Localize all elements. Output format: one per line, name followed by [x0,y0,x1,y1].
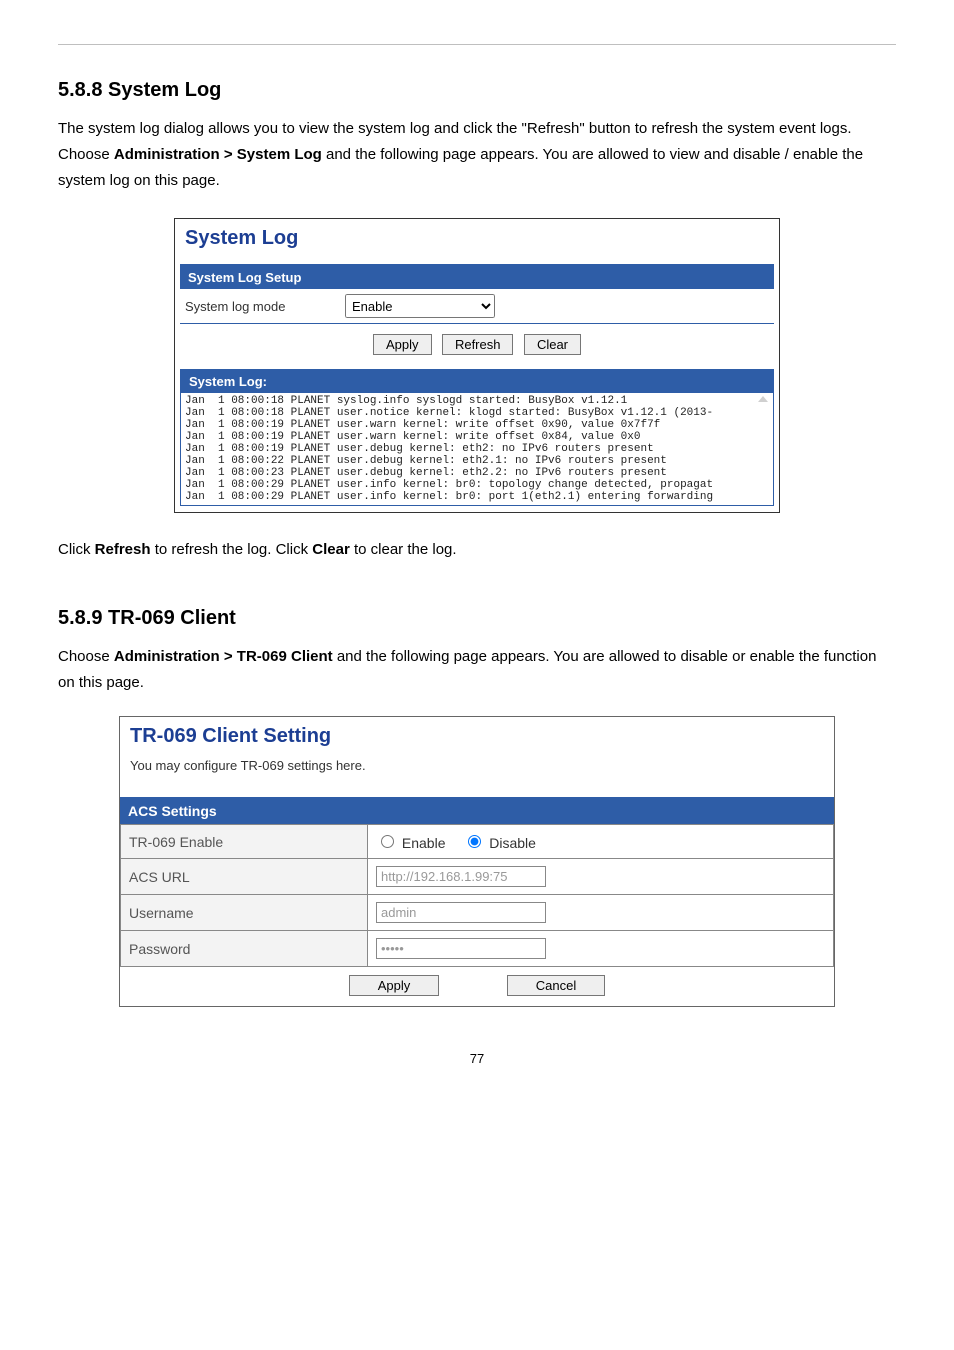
system-log-mode-row: System log mode Enable [180,289,774,324]
panel-subtitle: You may configure TR-069 settings here. [120,752,834,797]
nav-path: Administration > System Log [114,146,322,163]
tr069-enable-label: TR-069 Enable [121,825,368,859]
username-input[interactable] [376,902,546,923]
acs-settings-header: ACS Settings [120,797,834,824]
text-bold: Refresh [95,541,151,558]
password-input[interactable] [376,938,546,959]
text-bold: Clear [312,541,350,558]
log-lines: Jan 1 08:00:18 PLANET syslog.info syslog… [185,395,713,503]
tr069-button-row: Apply Cancel [120,967,834,1006]
text: Choose [58,648,114,665]
apply-button[interactable]: Apply [373,334,432,355]
syslog-button-row: Apply Refresh Clear [175,324,779,369]
enable-radio-label: Enable [402,835,446,851]
section1-after: Click Refresh to refresh the log. Click … [58,537,896,563]
password-cell [368,931,834,967]
text: to clear the log. [354,541,457,558]
username-cell [368,895,834,931]
enable-radio[interactable] [381,835,394,848]
system-log-mode-select[interactable]: Enable [345,294,495,318]
section1-paragraph: The system log dialog allows you to view… [58,116,896,194]
panel-title: System Log [175,219,779,254]
system-log-block: System Log: Jan 1 08:00:18 PLANET syslog… [180,369,774,506]
section-heading: 5.8.9 TR-069 Client [58,607,896,630]
table-row: Password [121,931,834,967]
panel-title: TR-069 Client Setting [120,717,834,752]
tr069-panel: TR-069 Client Setting You may configure … [119,716,835,1007]
refresh-button[interactable]: Refresh [442,334,514,355]
disable-radio-label: Disable [489,835,536,851]
acs-url-input[interactable] [376,866,546,887]
password-label: Password [121,931,368,967]
table-row: ACS URL [121,859,834,895]
text: to refresh the log. Click [155,541,313,558]
system-log-setup-header: System Log Setup [180,266,774,289]
cancel-button[interactable]: Cancel [507,975,605,996]
section2-paragraph: Choose Administration > TR-069 Client an… [58,644,896,696]
text: Click [58,541,95,558]
clear-button[interactable]: Clear [524,334,581,355]
scroll-up-icon [757,393,769,405]
system-log-panel: System Log System Log Setup System log m… [174,218,780,513]
system-log-mode-label: System log mode [180,299,345,314]
acs-url-cell [368,859,834,895]
acs-settings-table: TR-069 Enable Enable Disable ACS URL [120,824,834,967]
nav-path: Administration > TR-069 Client [114,648,333,665]
username-label: Username [121,895,368,931]
apply-button[interactable]: Apply [349,975,440,996]
page-number: 77 [58,1051,896,1066]
table-row: TR-069 Enable Enable Disable [121,825,834,859]
disable-radio[interactable] [468,835,481,848]
acs-url-label: ACS URL [121,859,368,895]
system-log-content: Jan 1 08:00:18 PLANET syslog.info syslog… [181,393,773,505]
system-log-header: System Log: [181,370,773,393]
section-heading: 5.8.8 System Log [58,79,896,102]
table-row: Username [121,895,834,931]
tr069-enable-cell: Enable Disable [368,825,834,859]
